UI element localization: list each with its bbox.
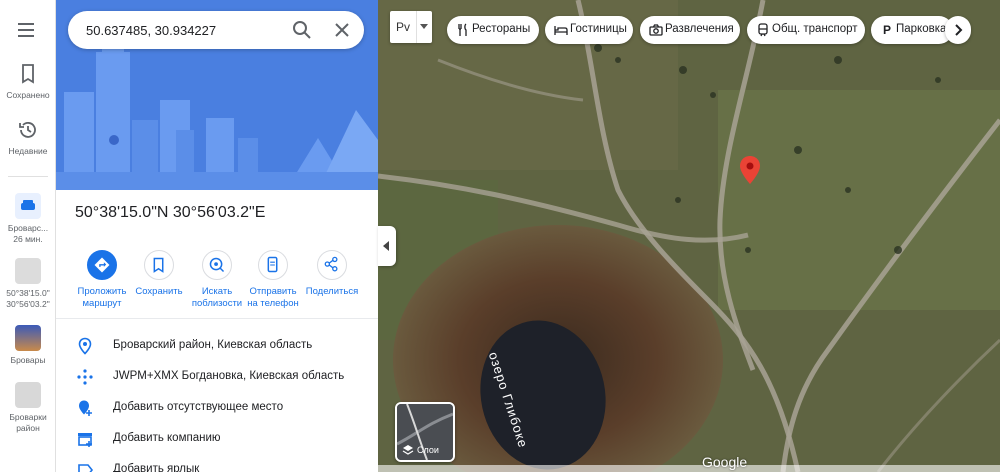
menu-icon[interactable] <box>16 18 40 42</box>
chip-entertainment[interactable]: Развлечения <box>640 16 740 44</box>
car-icon <box>15 193 41 219</box>
add-missing-place-text: Добавить отсутствующее место <box>113 401 284 413</box>
location-pin-icon <box>78 337 92 355</box>
share-button[interactable]: Поделиться <box>302 250 362 298</box>
save-button[interactable]: Сохранить <box>129 250 189 298</box>
chip-label: Развлечения <box>665 23 734 35</box>
phone-icon <box>258 250 288 280</box>
recent-label: Недавние <box>8 146 48 156</box>
plus-code-icon <box>77 369 93 385</box>
map-canvas[interactable]: озеро Глибоке <box>378 0 1000 472</box>
chip-label: Общ. транспорт <box>772 23 858 35</box>
chips-next-button[interactable] <box>945 16 971 44</box>
close-icon[interactable] <box>330 18 354 42</box>
page-title: 50°38'15.0"N 30°56'03.2"E <box>75 204 266 221</box>
history-label: 50°38'15.0" <box>6 288 50 298</box>
select-divider <box>416 11 417 43</box>
action-bar: Проложить маршрут Сохранить Искать побли… <box>56 250 378 320</box>
directions-button[interactable]: Проложить маршрут <box>72 250 132 310</box>
chip-hotels[interactable]: Гостиницы <box>545 16 633 44</box>
chevron-left-icon <box>383 241 389 251</box>
directions-icon <box>87 250 117 280</box>
parking-icon: P <box>882 23 891 37</box>
map-thumbnail <box>15 382 41 408</box>
map-attribution <box>378 465 1000 472</box>
history-item[interactable]: Бровары <box>0 325 56 366</box>
search-icon[interactable] <box>290 18 314 42</box>
bookmark-icon <box>22 64 34 84</box>
chip-label: Гостиницы <box>570 23 627 35</box>
layers-button[interactable]: Слои <box>395 402 455 462</box>
action-label: Проложить <box>77 286 127 297</box>
map-pin-icon[interactable] <box>738 155 762 185</box>
history-sublabel: район <box>16 423 40 433</box>
add-location-icon <box>79 400 92 416</box>
camera-icon <box>649 24 663 36</box>
layers-icon <box>402 445 414 455</box>
action-label: на телефон <box>247 298 299 309</box>
action-label: Отправить <box>249 286 297 297</box>
share-icon <box>317 250 347 280</box>
plus-code-row[interactable]: JWPM+XMX Богдановка, Киевская область <box>56 362 378 392</box>
language-select[interactable]: Рv <box>390 11 432 43</box>
bookmark-icon <box>144 250 174 280</box>
history-item[interactable]: Броварс... 26 мин. <box>0 193 56 245</box>
bed-icon <box>554 26 568 35</box>
address-text: Броварский район, Киевская область <box>113 339 313 351</box>
chevron-down-icon <box>420 24 428 29</box>
history-item[interactable]: 50°38'15.0" 30°56'03.2" <box>0 258 56 310</box>
fork-knife-icon <box>458 23 467 36</box>
layers-label: Слои <box>417 445 439 455</box>
chevron-right-icon <box>955 24 963 36</box>
language-label: Рv <box>396 20 411 34</box>
chip-transit[interactable]: Общ. транспорт <box>747 16 865 44</box>
saved-label: Сохранено <box>6 90 50 100</box>
city-thumbnail <box>15 325 41 351</box>
collapse-panel-button[interactable] <box>378 226 396 266</box>
nearby-button[interactable]: Искать поблизости <box>187 250 247 310</box>
left-rail: Сохранено Недавние Броварс... 26 мин. 50… <box>0 0 56 472</box>
section-divider <box>56 318 378 319</box>
history-icon <box>19 122 36 138</box>
add-label-row[interactable]: Добавить ярлык <box>56 455 378 472</box>
history-sublabel: 26 мин. <box>13 234 43 244</box>
history-item[interactable]: Броварки район <box>0 382 56 434</box>
address-row[interactable]: Броварский район, Киевская область <box>56 331 378 361</box>
google-logo: Google <box>702 454 748 470</box>
label-icon <box>78 464 94 472</box>
action-label: Сохранить <box>135 286 183 297</box>
action-label: Поделиться <box>305 286 359 297</box>
history-sublabel: 30°56'03.2" <box>6 299 50 309</box>
search-input[interactable] <box>86 20 286 40</box>
plus-code-text: JWPM+XMX Богдановка, Киевская область <box>113 370 345 382</box>
chip-parking[interactable]: P Парковка <box>871 16 953 44</box>
train-icon <box>758 23 768 37</box>
map-thumbnail <box>15 258 41 284</box>
add-label-text: Добавить ярлык <box>113 463 200 472</box>
add-business-row[interactable]: Добавить компанию <box>56 424 378 454</box>
store-icon <box>78 433 92 447</box>
saved-button[interactable]: Сохранено <box>0 62 56 101</box>
chip-label: Парковка <box>896 23 947 35</box>
recent-button[interactable]: Недавние <box>0 118 56 157</box>
add-business-text: Добавить компанию <box>113 432 221 444</box>
history-label: Броварс... <box>7 223 49 233</box>
nearby-search-icon <box>202 250 232 280</box>
add-missing-place-row[interactable]: Добавить отсутствующее место <box>56 393 378 423</box>
send-to-phone-button[interactable]: Отправить на телефон <box>243 250 303 310</box>
action-label: поблизости <box>191 298 243 309</box>
search-box <box>68 11 364 49</box>
chip-label: Рестораны <box>472 23 531 35</box>
action-label: Искать <box>201 286 233 297</box>
history-label: Броварки <box>9 412 47 422</box>
action-label: маршрут <box>82 298 122 309</box>
place-panel: 50°38'15.0"N 30°56'03.2"E Проложить марш… <box>56 0 378 472</box>
history-label: Бровары <box>10 355 46 365</box>
rail-divider <box>8 176 48 177</box>
chip-restaurants[interactable]: Рестораны <box>447 16 539 44</box>
